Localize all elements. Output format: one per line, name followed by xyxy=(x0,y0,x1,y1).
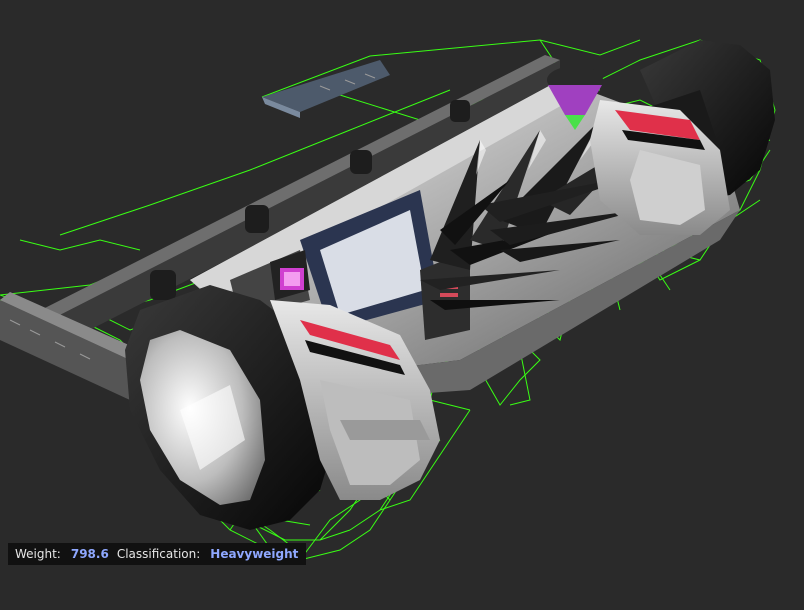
3d-viewport[interactable]: Weight: 798.6 Classification: Heavyweigh… xyxy=(0,0,804,610)
classification-value: Heavyweight xyxy=(210,547,299,561)
weight-label: Weight: xyxy=(15,547,61,561)
weight-value: 798.6 xyxy=(70,547,109,561)
classification-label: Classification: xyxy=(116,547,201,561)
robot-model-render[interactable] xyxy=(0,0,804,610)
robot-stats-bar: Weight: 798.6 Classification: Heavyweigh… xyxy=(8,543,307,565)
